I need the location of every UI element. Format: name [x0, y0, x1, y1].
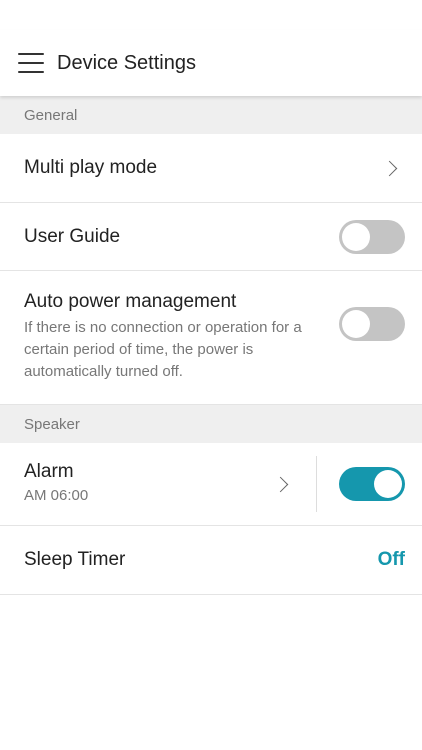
chevron-right-icon	[272, 476, 289, 492]
section-header-general: General	[0, 96, 422, 134]
alarm-time: AM 06:00	[24, 487, 89, 504]
multi-play-mode-label: Multi play mode	[24, 157, 158, 178]
vertical-divider	[316, 456, 317, 512]
hamburger-menu-icon[interactable]	[18, 53, 44, 73]
page-title: Device Settings	[57, 51, 196, 74]
app-bar: Device Settings	[0, 30, 422, 96]
user-guide-toggle[interactable]	[339, 219, 405, 254]
auto-power-label: Auto power management	[24, 291, 237, 312]
user-guide-label: User Guide	[24, 225, 121, 247]
auto-power-toggle[interactable]	[339, 307, 405, 341]
alarm-row[interactable]: Alarm AM 06:00	[0, 443, 422, 526]
alarm-label: Alarm	[24, 461, 74, 482]
status-bar	[0, 0, 422, 30]
sleep-timer-row[interactable]: Sleep Timer Off	[0, 526, 422, 595]
auto-power-row: Auto power management If there is no con…	[0, 271, 422, 405]
sleep-timer-value: Off	[377, 549, 405, 570]
chevron-right-icon	[381, 160, 398, 176]
user-guide-row: User Guide	[0, 203, 422, 271]
multi-play-mode-row[interactable]: Multi play mode	[0, 134, 422, 203]
auto-power-description: If there is no connection or operation f…	[24, 319, 302, 380]
alarm-toggle[interactable]	[339, 467, 405, 501]
section-header-speaker: Speaker	[0, 405, 422, 443]
sleep-timer-label: Sleep Timer	[24, 549, 126, 570]
